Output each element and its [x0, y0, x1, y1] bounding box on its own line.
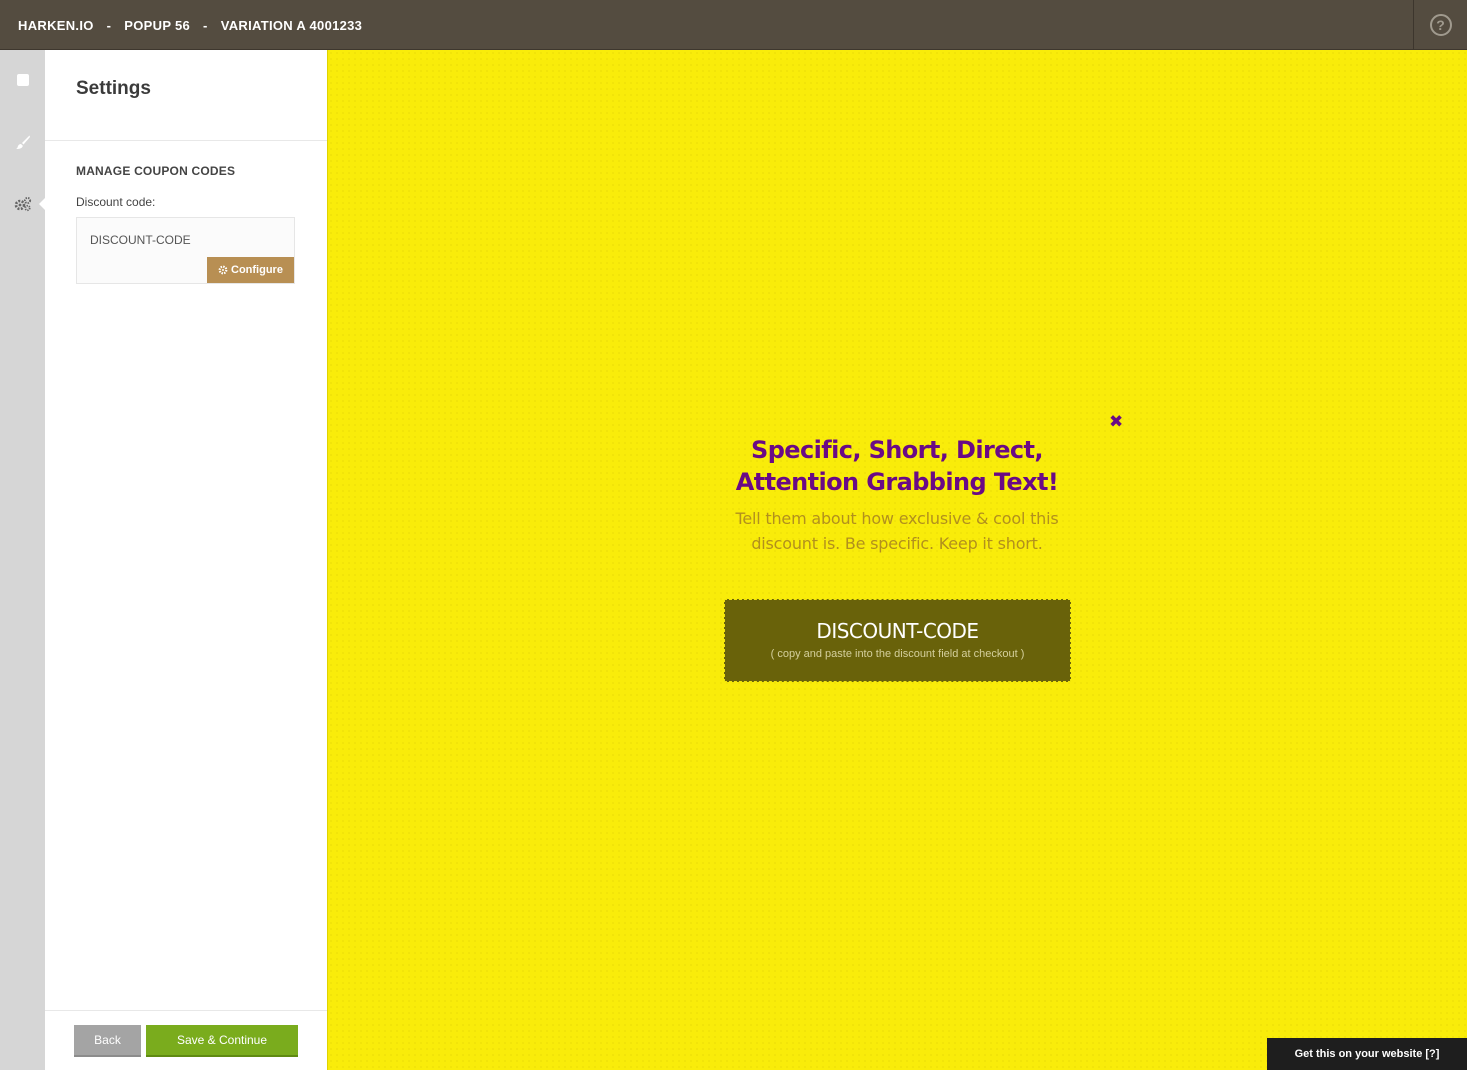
help-button[interactable]: ?	[1413, 0, 1467, 50]
gear-icon	[218, 265, 228, 275]
popup-subtext[interactable]: Tell them about how exclusive & cool thi…	[717, 506, 1077, 556]
rail-item-design[interactable]	[0, 127, 45, 157]
section-title: MANAGE COUPON CODES	[76, 164, 236, 178]
save-continue-button[interactable]: Save & Continue	[146, 1025, 298, 1057]
breadcrumb-app[interactable]: HARKEN.IO	[18, 18, 94, 33]
discount-code-value: DISCOUNT-CODE	[90, 233, 191, 247]
get-this-on-your-website-link[interactable]: Get this on your website [?]	[1267, 1038, 1467, 1070]
rail-item-content[interactable]	[0, 65, 45, 95]
panel-divider	[45, 140, 327, 141]
settings-panel: Settings MANAGE COUPON CODES Discount co…	[45, 50, 327, 1070]
configure-label: Configure	[231, 264, 283, 276]
popup-preview-canvas: ✖ Specific, Short, Direct, Attention Gra…	[327, 50, 1467, 1070]
top-bar: HARKEN.IO - POPUP 56 - VARIATION A 40012…	[0, 0, 1467, 50]
coupon-box[interactable]: DISCOUNT-CODE ( copy and paste into the …	[724, 599, 1071, 682]
coupon-hint: ( copy and paste into the discount field…	[770, 648, 1025, 660]
discount-code-box: DISCOUNT-CODE Configure	[76, 217, 295, 284]
brush-icon	[15, 135, 30, 150]
breadcrumb-separator: -	[106, 17, 112, 33]
breadcrumb-separator: -	[203, 17, 208, 33]
square-icon	[16, 74, 29, 86]
configure-button[interactable]: Configure	[207, 257, 294, 283]
help-icon: ?	[1429, 14, 1452, 36]
breadcrumb-variation: VARIATION A 4001233	[220, 17, 363, 33]
rail-item-settings[interactable]	[0, 189, 45, 219]
panel-footer: Back Save & Continue	[45, 1010, 327, 1070]
gears-icon	[14, 196, 31, 212]
popup-headline[interactable]: Specific, Short, Direct, Attention Grabb…	[697, 434, 1097, 498]
coupon-code: DISCOUNT-CODE	[816, 619, 979, 643]
icon-rail	[0, 50, 45, 1070]
panel-title: Settings	[76, 78, 151, 99]
breadcrumb: HARKEN.IO - POPUP 56 - VARIATION A 40012…	[18, 0, 362, 50]
breadcrumb-popup[interactable]: POPUP 56	[124, 18, 190, 33]
discount-code-label: Discount code:	[76, 195, 156, 209]
close-icon[interactable]: ✖	[1109, 413, 1123, 430]
back-button[interactable]: Back	[74, 1025, 141, 1057]
